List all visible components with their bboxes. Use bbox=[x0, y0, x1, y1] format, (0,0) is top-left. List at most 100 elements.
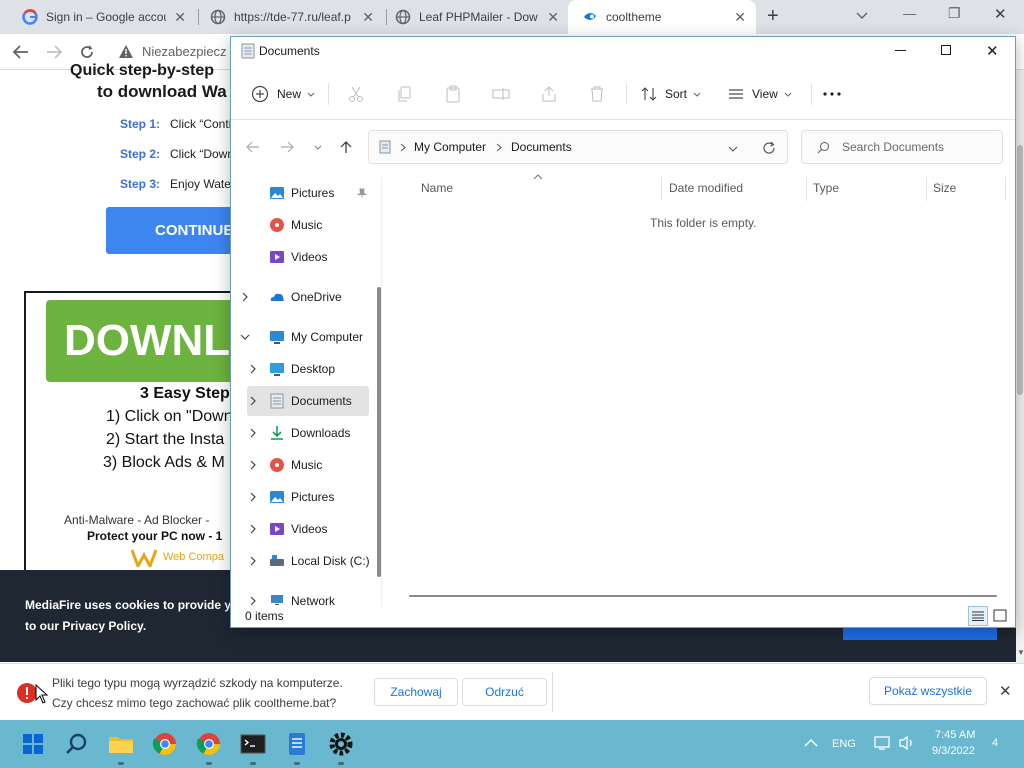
recent-locations-icon[interactable] bbox=[314, 145, 322, 150]
nav-item-network[interactable]: Network bbox=[231, 586, 371, 605]
download-banner-button[interactable]: DOWNLO bbox=[46, 300, 264, 382]
maximize-button[interactable]: ❐ bbox=[948, 5, 961, 22]
chevron-right-icon[interactable] bbox=[248, 596, 258, 605]
chevron-down-icon[interactable] bbox=[728, 146, 738, 152]
chevron-right-icon[interactable] bbox=[248, 460, 258, 470]
clock-time[interactable]: 7:45 AM bbox=[935, 729, 975, 741]
nav-item-pictures[interactable]: Pictures bbox=[231, 482, 371, 512]
forward-icon[interactable] bbox=[45, 44, 63, 60]
keep-button[interactable]: Zachowaj bbox=[374, 678, 458, 706]
breadcrumb-my-computer[interactable]: My Computer bbox=[414, 140, 486, 154]
back-icon[interactable] bbox=[12, 44, 30, 60]
nav-item-documents[interactable]: Documents bbox=[247, 386, 369, 416]
chevron-right-icon[interactable] bbox=[240, 292, 250, 302]
warning-icon[interactable] bbox=[118, 44, 134, 59]
nav-item-music[interactable]: Music bbox=[231, 450, 371, 480]
share-icon[interactable] bbox=[540, 85, 558, 103]
column-date-modified[interactable]: Date modified bbox=[669, 181, 743, 195]
terminal-icon[interactable] bbox=[237, 728, 269, 760]
network-status-icon[interactable] bbox=[874, 735, 892, 751]
back-arrow-icon[interactable] bbox=[246, 141, 260, 153]
new-button[interactable]: New bbox=[251, 85, 315, 103]
nav-item-desktop[interactable]: Desktop bbox=[231, 354, 371, 384]
continue-button[interactable]: CONTINUE bbox=[106, 207, 246, 254]
chevron-right-icon[interactable] bbox=[248, 556, 258, 566]
column-divider[interactable] bbox=[926, 177, 927, 201]
settings-icon[interactable] bbox=[325, 728, 357, 760]
breadcrumb-documents[interactable]: Documents bbox=[511, 140, 572, 154]
language-indicator[interactable]: ENG bbox=[832, 738, 856, 750]
close-icon[interactable]: ✕ bbox=[174, 9, 186, 26]
chevron-right-icon[interactable] bbox=[248, 524, 258, 534]
chevron-right-icon[interactable] bbox=[248, 492, 258, 502]
clock-date[interactable]: 9/3/2022 bbox=[932, 745, 975, 757]
chevron-right-icon[interactable] bbox=[248, 428, 258, 438]
maximize-button[interactable] bbox=[941, 45, 951, 55]
rename-icon[interactable] bbox=[492, 85, 510, 103]
nav-item-videos[interactable]: Videos bbox=[231, 242, 371, 272]
nav-item-downloads[interactable]: Downloads bbox=[231, 418, 371, 448]
details-view-button[interactable] bbox=[968, 606, 988, 626]
chevron-down-icon[interactable] bbox=[240, 332, 250, 342]
cookie-text-line2[interactable]: to our Privacy Policy. bbox=[25, 619, 146, 633]
scroll-down-icon[interactable]: ▼ bbox=[1017, 648, 1024, 657]
close-icon[interactable]: ✕ bbox=[362, 9, 374, 26]
forward-arrow-icon[interactable] bbox=[280, 141, 294, 153]
show-all-button[interactable]: Pokaż wszystkie bbox=[869, 677, 987, 705]
column-divider[interactable] bbox=[1005, 177, 1006, 201]
pin-icon[interactable] bbox=[357, 188, 367, 198]
chrome-icon[interactable] bbox=[193, 728, 225, 760]
close-window-button[interactable]: ✕ bbox=[994, 5, 1007, 23]
chevron-right-icon[interactable] bbox=[248, 396, 258, 406]
column-name[interactable]: Name bbox=[421, 181, 453, 195]
refresh-icon[interactable] bbox=[762, 141, 776, 155]
notification-count[interactable]: 4 bbox=[992, 737, 998, 749]
tiles-view-icon[interactable] bbox=[993, 609, 1007, 623]
sort-button[interactable]: Sort bbox=[641, 86, 701, 102]
copy-icon[interactable] bbox=[396, 85, 414, 103]
column-divider[interactable] bbox=[661, 177, 662, 201]
address-bar[interactable]: My Computer Documents bbox=[368, 130, 788, 164]
new-tab-button[interactable]: + bbox=[767, 5, 779, 28]
delete-icon[interactable] bbox=[588, 85, 606, 103]
column-size[interactable]: Size bbox=[933, 181, 956, 195]
paste-icon[interactable] bbox=[444, 85, 462, 103]
volume-icon[interactable] bbox=[898, 735, 916, 751]
tab-google-signin[interactable]: Sign in – Google accou ✕ bbox=[8, 0, 196, 34]
close-icon[interactable]: ✕ bbox=[547, 9, 559, 26]
minimize-button[interactable]: — bbox=[903, 6, 916, 21]
tab-search-icon[interactable] bbox=[856, 12, 868, 20]
nav-item-videos[interactable]: Videos bbox=[231, 514, 371, 544]
column-type[interactable]: Type bbox=[813, 181, 839, 195]
tab-leaf-phpmailer[interactable]: Leaf PHPMailer - Dow ✕ bbox=[381, 0, 569, 34]
file-explorer-icon[interactable] bbox=[105, 728, 137, 760]
start-icon[interactable] bbox=[17, 728, 49, 760]
page-scrollbar-thumb[interactable] bbox=[1017, 145, 1023, 395]
nav-item-my-computer[interactable]: My Computer bbox=[231, 322, 371, 352]
view-button[interactable]: View bbox=[728, 86, 792, 102]
close-download-bar-icon[interactable]: ✕ bbox=[999, 682, 1012, 700]
tab-cooltheme[interactable]: cooltheme ✕ bbox=[568, 0, 756, 34]
chrome-icon[interactable] bbox=[149, 728, 181, 760]
horizontal-scrollbar[interactable] bbox=[409, 595, 997, 597]
nav-item-pictures[interactable]: Pictures bbox=[231, 178, 371, 208]
column-divider[interactable] bbox=[806, 177, 807, 201]
close-button[interactable]: ✕ bbox=[986, 42, 999, 60]
minimize-button[interactable] bbox=[895, 50, 906, 51]
search-box[interactable]: Search Documents bbox=[801, 130, 1003, 164]
address-bar[interactable]: Niezabezpiecz bbox=[142, 44, 227, 59]
tab-tde77[interactable]: https://tde-77.ru/leaf.p ✕ bbox=[196, 0, 384, 34]
nav-item-music[interactable]: Music bbox=[231, 210, 371, 240]
reload-icon[interactable] bbox=[78, 43, 96, 61]
notepad-icon[interactable] bbox=[281, 728, 313, 760]
cookie-accept-button[interactable] bbox=[843, 626, 997, 640]
close-icon[interactable]: ✕ bbox=[734, 9, 746, 26]
search-icon[interactable] bbox=[61, 728, 93, 760]
show-hidden-icons-icon[interactable] bbox=[804, 738, 818, 748]
page-scrollbar[interactable]: ▼ bbox=[1016, 70, 1024, 663]
chevron-right-icon[interactable] bbox=[248, 364, 258, 374]
nav-item-local-disk-c[interactable]: Local Disk (C:) bbox=[231, 546, 371, 576]
nav-item-onedrive[interactable]: OneDrive bbox=[231, 282, 371, 312]
more-options-icon[interactable] bbox=[823, 92, 841, 96]
cut-icon[interactable] bbox=[347, 85, 365, 103]
